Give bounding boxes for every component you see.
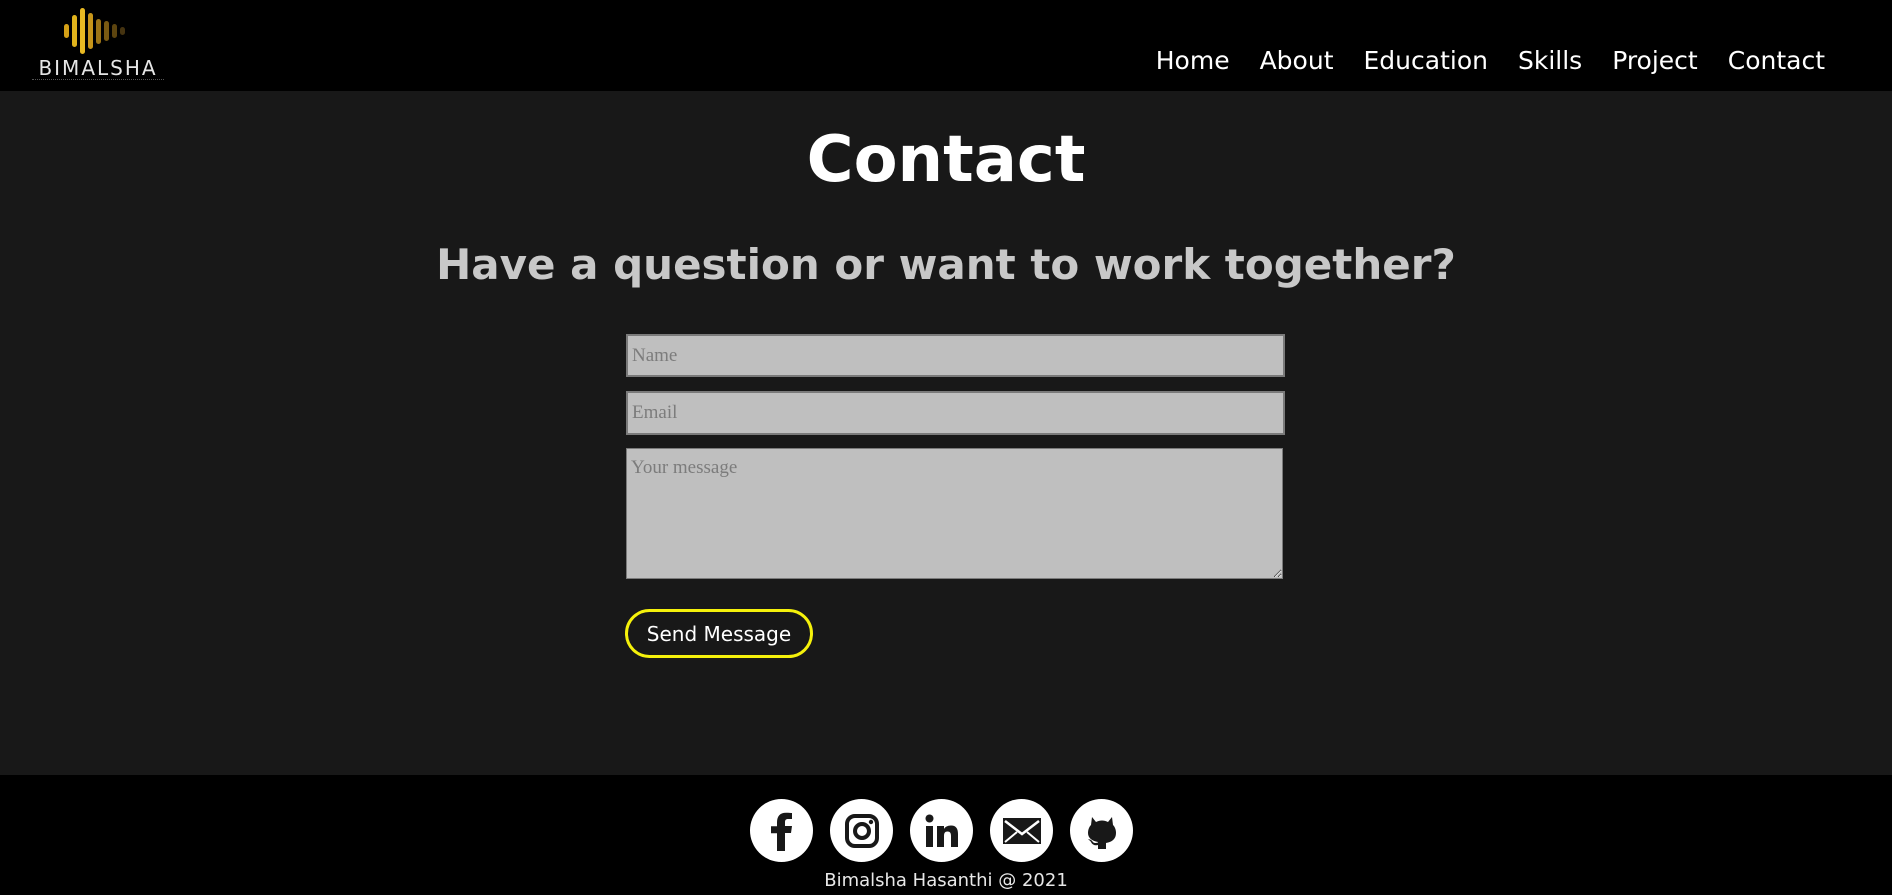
message-textarea[interactable] [626,448,1283,579]
logo-tagline [32,79,164,82]
nav-home[interactable]: Home [1156,46,1230,75]
social-links [750,799,1133,862]
logo[interactable]: BIMALSHA [28,6,168,86]
name-input[interactable] [626,334,1285,377]
github-icon[interactable] [1070,799,1133,862]
email-input[interactable] [626,391,1285,435]
linkedin-icon[interactable] [910,799,973,862]
sound-wave-logo-icon [64,8,125,54]
nav-contact[interactable]: Contact [1728,46,1825,75]
facebook-icon[interactable] [750,799,813,862]
nav-about[interactable]: About [1260,46,1334,75]
site-header: BIMALSHA Home About Education Skills Pro… [0,0,1892,91]
nav-education[interactable]: Education [1364,46,1488,75]
nav-skills[interactable]: Skills [1518,46,1582,75]
page-subtitle: Have a question or want to work together… [436,240,1456,289]
page-title: Contact [806,123,1086,197]
nav-project[interactable]: Project [1612,46,1698,75]
send-message-button[interactable]: Send Message [625,609,813,658]
logo-text: BIMALSHA [38,56,158,80]
main-nav: Home About Education Skills Project Cont… [1156,46,1825,75]
mail-icon[interactable] [990,799,1053,862]
site-footer: Bimalsha Hasanthi @ 2021 [0,775,1892,895]
instagram-icon[interactable] [830,799,893,862]
copyright-text: Bimalsha Hasanthi @ 2021 [824,870,1068,891]
